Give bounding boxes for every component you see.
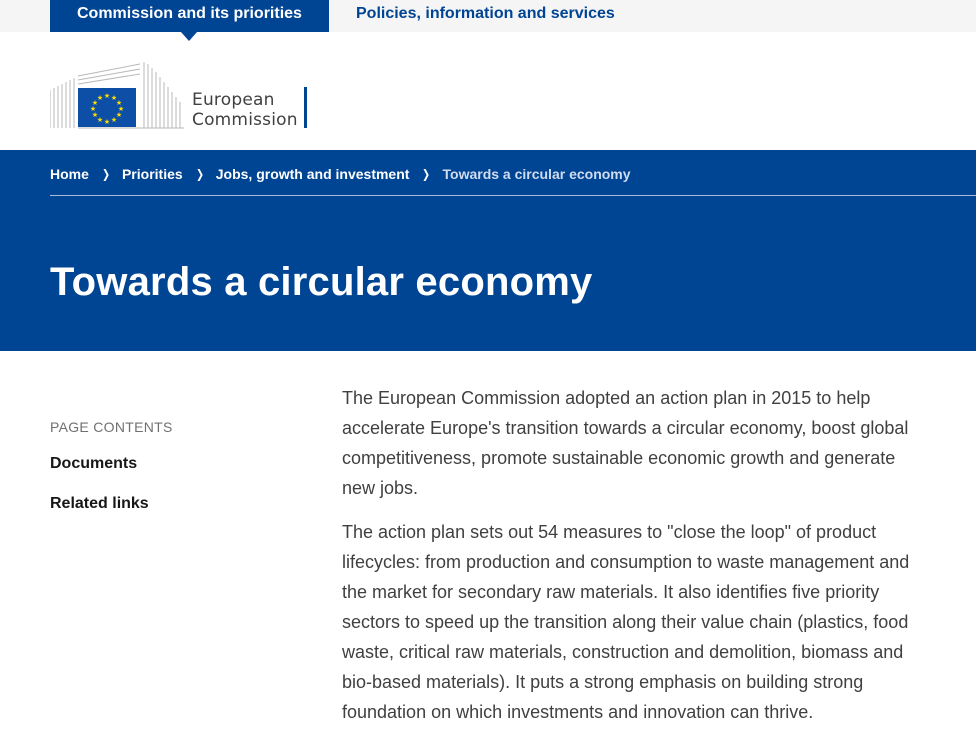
breadcrumb-jobs-growth-investment[interactable]: Jobs, growth and investment xyxy=(216,166,410,182)
page-title: Towards a circular economy xyxy=(50,260,593,304)
page-header: Home ❯ Priorities ❯ Jobs, growth and inv… xyxy=(0,150,976,351)
breadcrumb: Home ❯ Priorities ❯ Jobs, growth and inv… xyxy=(50,164,631,184)
page-contents-link-related-links[interactable]: Related links xyxy=(50,495,149,513)
article-paragraph: The European Commission adopted an actio… xyxy=(342,388,909,498)
breadcrumb-divider xyxy=(50,195,976,196)
svg-text:★: ★ xyxy=(111,116,117,124)
breadcrumb-current-page: Towards a circular economy xyxy=(442,166,631,182)
logo-divider xyxy=(304,87,307,128)
breadcrumb-priorities[interactable]: Priorities xyxy=(122,166,183,182)
tab-policies-information-services[interactable]: Policies, information and services xyxy=(356,0,615,32)
page-contents-nav: PAGE CONTENTS Documents Related links xyxy=(50,419,300,512)
page-contents-link-documents[interactable]: Documents xyxy=(50,455,137,473)
chevron-right-icon: ❯ xyxy=(101,167,110,181)
breadcrumb-home[interactable]: Home xyxy=(50,166,89,182)
logo-text-line2: Commission xyxy=(192,110,298,130)
site-switcher: Commission and its priorities Policies, … xyxy=(0,0,976,41)
logo-text-line1: European xyxy=(192,90,275,110)
svg-text:★: ★ xyxy=(104,118,110,126)
active-tab-caret-icon xyxy=(181,32,197,41)
article-paragraph: The action plan sets out 54 measures to … xyxy=(342,522,910,722)
page-contents-heading: PAGE CONTENTS xyxy=(50,419,173,435)
chevron-right-icon: ❯ xyxy=(195,167,204,181)
eu-flag-icon: ★ ★ ★ ★ ★ ★ ★ ★ ★ ★ ★ ★ xyxy=(78,88,136,127)
tab-commission-priorities[interactable]: Commission and its priorities xyxy=(50,0,329,41)
article-body: The European Commission adopted an actio… xyxy=(342,383,922,732)
european-commission-logo[interactable]: ★ ★ ★ ★ ★ ★ ★ ★ ★ ★ ★ ★ European Commiss… xyxy=(50,60,312,130)
tab-policies-label: Policies, information and services xyxy=(356,5,615,22)
chevron-right-icon: ❯ xyxy=(422,167,431,181)
tab-commission-priorities-label: Commission and its priorities xyxy=(77,5,302,22)
svg-text:★: ★ xyxy=(104,92,110,100)
svg-text:★: ★ xyxy=(97,94,103,102)
